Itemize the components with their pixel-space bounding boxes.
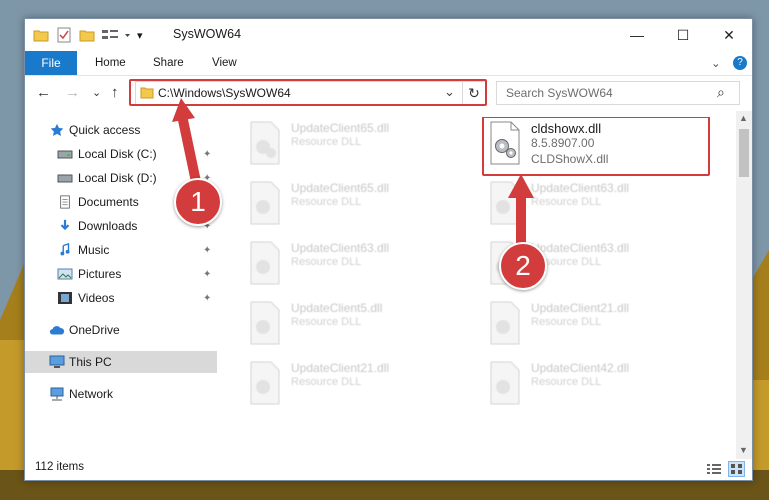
annotation-arrows xyxy=(172,98,534,267)
step-badge-1: 1 xyxy=(174,178,222,226)
step-badge-2: 2 xyxy=(499,242,547,290)
